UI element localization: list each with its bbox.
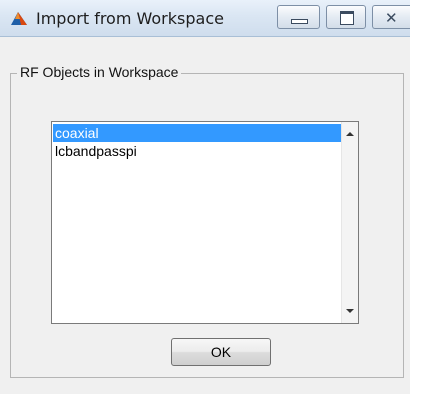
list-item-lcbandpasspi[interactable]: lcbandpasspi <box>53 142 341 160</box>
import-dialog: Import from Workspace ✕ RF Objects in Wo… <box>0 0 410 394</box>
minimize-icon <box>291 19 308 24</box>
vertical-scrollbar[interactable] <box>341 122 358 323</box>
close-button[interactable]: ✕ <box>372 5 410 29</box>
scroll-down-arrow-icon[interactable] <box>346 309 354 313</box>
matlab-icon <box>11 12 27 25</box>
close-icon: ✕ <box>385 9 398 27</box>
list-item-coaxial[interactable]: coaxial <box>53 124 341 142</box>
workspace-object-list[interactable]: coaxial lcbandpasspi <box>51 121 359 324</box>
window-title: Import from Workspace <box>36 9 224 28</box>
ok-button[interactable]: OK <box>171 338 271 366</box>
title-bar[interactable]: Import from Workspace ✕ <box>0 0 410 37</box>
maximize-button[interactable] <box>326 5 366 29</box>
maximize-icon <box>340 11 354 25</box>
scroll-up-arrow-icon[interactable] <box>346 132 354 136</box>
minimize-button[interactable] <box>277 5 320 29</box>
groupbox-title: RF Objects in Workspace <box>17 64 182 80</box>
